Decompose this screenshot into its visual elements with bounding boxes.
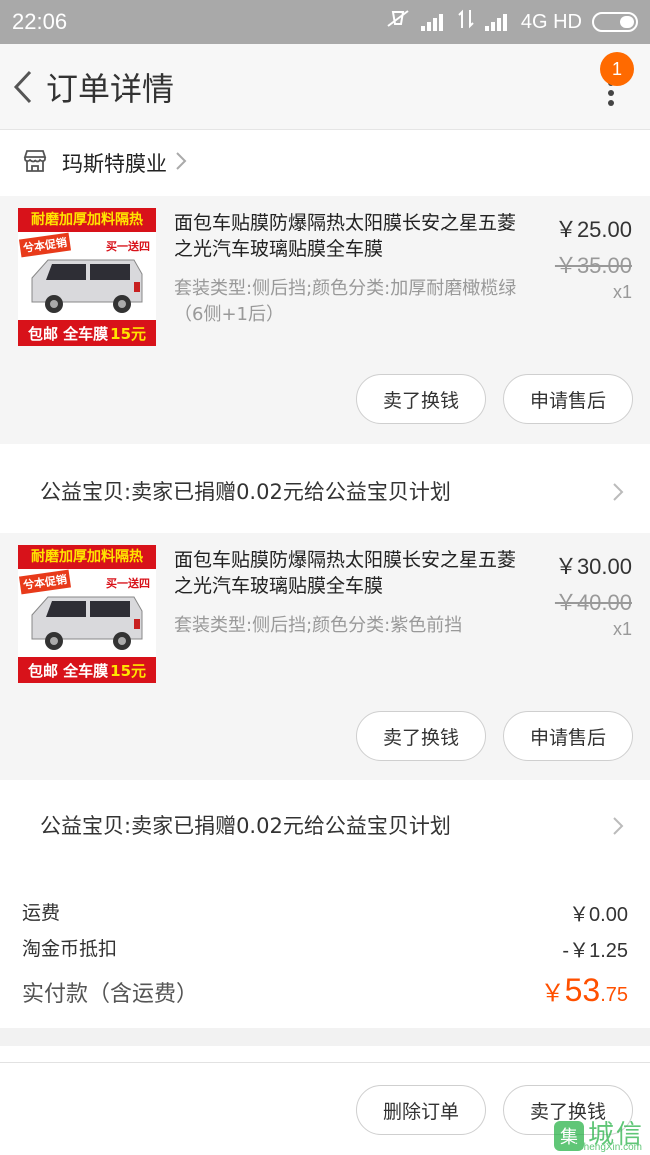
van-image: [31, 259, 143, 313]
delete-order-button[interactable]: 删除订单: [356, 1085, 486, 1135]
signal-icon-2: [484, 13, 511, 31]
item-title[interactable]: 面包车贴膜防爆隔热太阳膜长安之星五菱之光汽车玻璃贴膜全车膜: [174, 547, 524, 599]
thumb-top-text: 耐磨加厚加料隔热: [18, 208, 156, 232]
total-row: 实付款（含运费） ￥53.75: [22, 972, 628, 1009]
shop-name: 玛斯特膜业: [62, 152, 167, 176]
status-time: 22:06: [12, 9, 68, 34]
watermark: 集 城信 JiChengXin.com: [553, 1114, 644, 1153]
notification-badge: 1: [600, 52, 634, 86]
item-title[interactable]: 面包车贴膜防爆隔热太阳膜长安之星五菱之光汽车玻璃贴膜全车膜: [174, 210, 524, 262]
chevron-right-icon: [175, 151, 187, 175]
section-divider: [0, 1028, 650, 1046]
charity-row[interactable]: 公益宝贝:卖家已捐赠0.02元给公益宝贝计划: [0, 446, 650, 536]
sell-button[interactable]: 卖了换钱: [356, 711, 486, 761]
item-quantity: x1: [612, 282, 632, 302]
status-bar: 22:06 4G HD: [0, 0, 650, 44]
coin-discount-row: 淘金币抵扣 -￥1.25: [22, 934, 628, 963]
total-amount: ￥53.75: [540, 972, 628, 1008]
nav-bar: 订单详情 1: [0, 44, 650, 130]
charity-text: 公益宝贝:卖家已捐赠0.02元给公益宝贝计划: [40, 814, 451, 838]
product-thumbnail[interactable]: 耐磨加厚加料隔热 兮本促销 买一送四 包邮 全车膜 15元: [18, 545, 156, 683]
page-title: 订单详情: [46, 69, 175, 108]
back-icon[interactable]: [0, 44, 46, 130]
after-sale-button[interactable]: 申请售后: [503, 374, 633, 424]
watermark-url: JiChengXin.com: [569, 1142, 642, 1153]
item-original-price: ￥40.00: [554, 590, 632, 615]
coin-discount-label: 淘金币抵扣: [22, 938, 118, 960]
thumb-bottom-text: 包邮 全车膜 15元: [18, 657, 156, 683]
item-quantity: x1: [612, 619, 632, 639]
item-price: ￥25.00: [554, 217, 632, 242]
mute-icon: [385, 8, 411, 36]
charity-row[interactable]: 公益宝贝:卖家已捐赠0.02元给公益宝贝计划: [0, 780, 650, 870]
thumb-top-text: 耐磨加厚加料隔热: [18, 545, 156, 569]
data-transfer-icon: [457, 8, 475, 36]
item-spec: 套装类型:侧后挡;颜色分类:紫色前挡: [174, 615, 463, 636]
order-item[interactable]: 耐磨加厚加料隔热 兮本促销 买一送四 包邮 全车膜 15元 面包车贴膜防爆隔热太阳…: [0, 196, 650, 444]
item-spec: 套装类型:侧后挡;颜色分类:加厚耐磨橄榄绿（6侧+1后）: [174, 278, 517, 325]
bottom-action-bar: 删除订单 卖了换钱: [0, 1062, 650, 1155]
shop-row[interactable]: 玛斯特膜业: [0, 131, 650, 195]
status-icons: 4G HD: [385, 8, 638, 36]
sell-button[interactable]: 卖了换钱: [356, 374, 486, 424]
chevron-right-icon: [612, 482, 624, 507]
signal-icon: [420, 13, 447, 31]
product-thumbnail[interactable]: 耐磨加厚加料隔热 兮本促销 买一送四 包邮 全车膜 15元: [18, 208, 156, 346]
item-price: ￥30.00: [554, 554, 632, 579]
shipping-label: 运费: [22, 902, 61, 924]
store-icon: [22, 149, 48, 177]
charity-text: 公益宝贝:卖家已捐赠0.02元给公益宝贝计划: [40, 480, 451, 504]
van-image: [31, 596, 143, 650]
total-label: 实付款（含运费）: [22, 982, 199, 1007]
coin-discount-value: -￥1.25: [562, 940, 628, 962]
thumb-bottom-text: 包邮 全车膜 15元: [18, 320, 156, 346]
order-item[interactable]: 耐磨加厚加料隔热 兮本促销 买一送四 包邮 全车膜 15元 面包车贴膜防爆隔热太阳…: [0, 533, 650, 781]
network-type: 4G HD: [520, 10, 582, 33]
shipping-row: 运费 ￥0.00: [22, 898, 628, 927]
shipping-value: ￥0.00: [569, 904, 628, 926]
chevron-right-icon: [612, 816, 624, 841]
order-summary: 运费 ￥0.00 淘金币抵扣 -￥1.25 实付款（含运费） ￥53.75: [0, 868, 650, 1028]
battery-icon: [592, 12, 638, 32]
item-original-price: ￥35.00: [554, 253, 632, 278]
after-sale-button[interactable]: 申请售后: [503, 711, 633, 761]
